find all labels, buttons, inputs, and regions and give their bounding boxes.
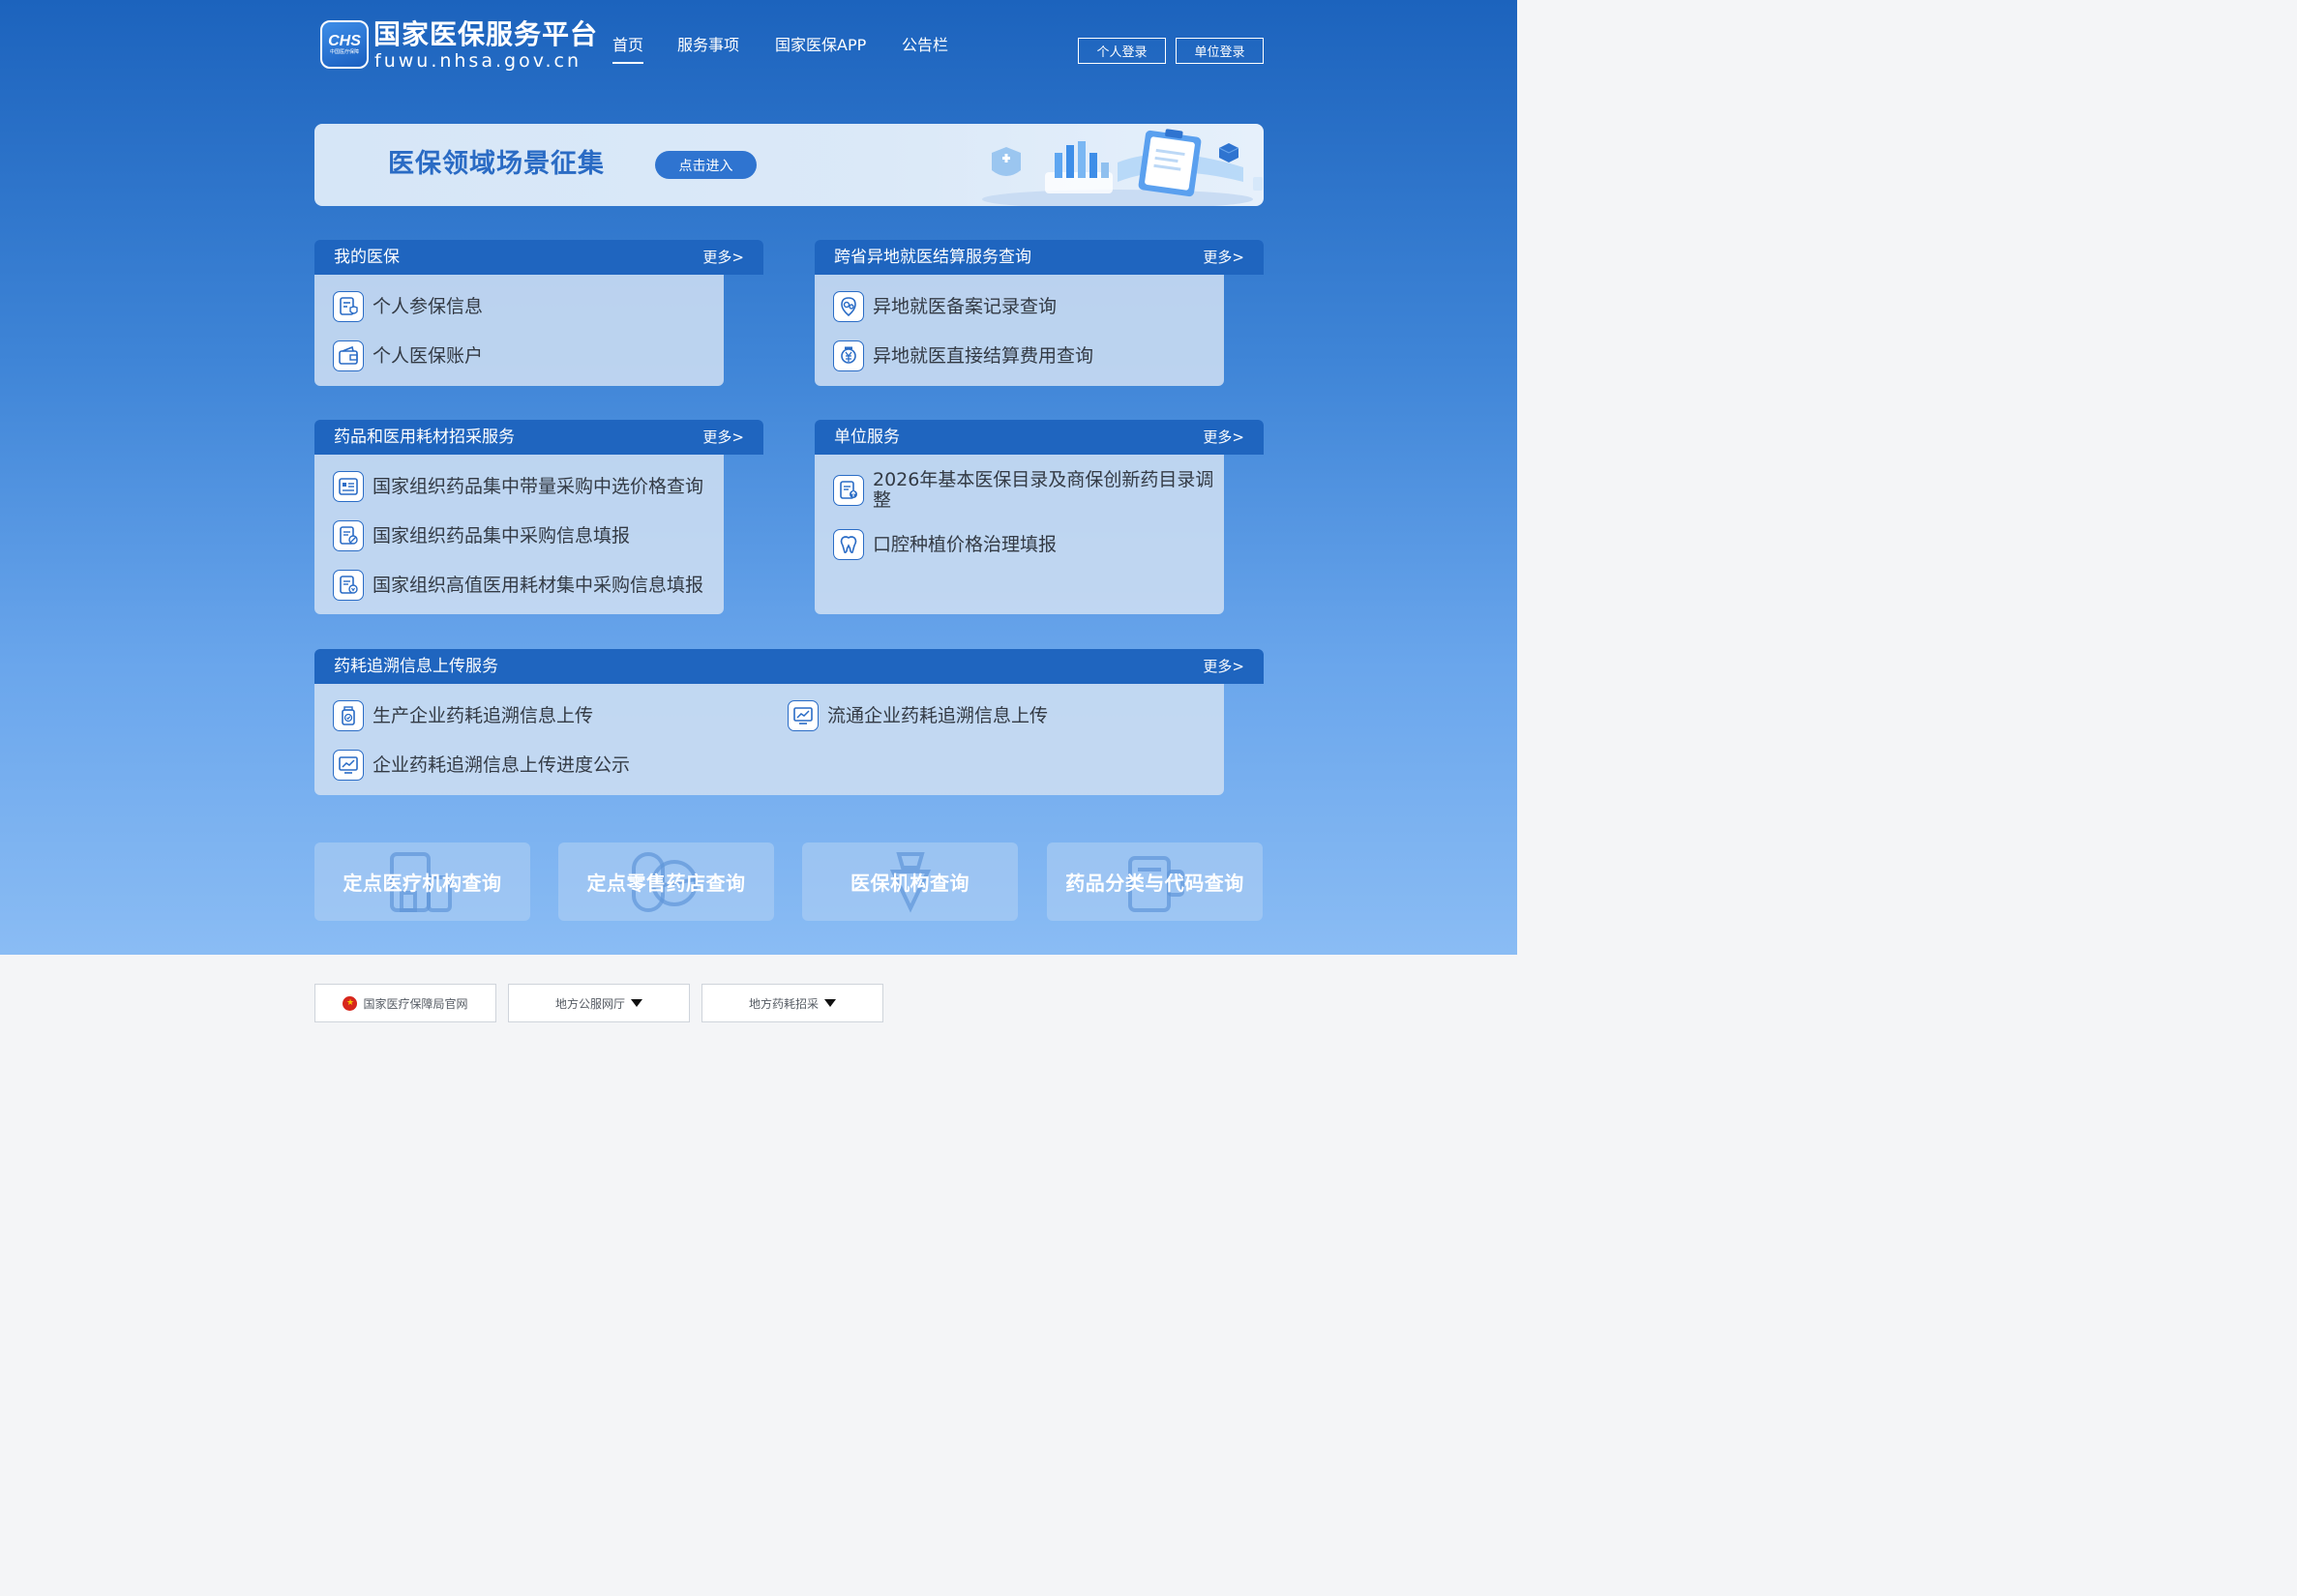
service-volume-price-query[interactable]: 国家组织药品集中带量采购中选价格查询	[333, 471, 703, 502]
card-label: 药品分类与代码查询	[1065, 872, 1244, 895]
panel-unit-services-body: 2026年基本医保目录及商保创新药目录调整 口腔种植价格治理填报	[815, 455, 1224, 614]
yuan-settlement-icon	[833, 340, 864, 371]
service-label: 口腔种植价格治理填报	[873, 534, 1058, 555]
card-retail-pharmacy-query[interactable]: 定点零售药店查询	[558, 842, 774, 921]
progress-chart-icon	[333, 750, 364, 781]
panel-procurement-body: 国家组织药品集中带量采购中选价格查询 国家组织药品集中采购信息填报 国家组织高值…	[314, 455, 724, 614]
panel-my-insurance-body: 个人参保信息 个人医保账户	[314, 275, 724, 386]
footer-gov-site-label: 国家医疗保障局官网	[363, 996, 468, 1011]
card-label: 医保机构查询	[850, 872, 970, 895]
caret-down-icon	[824, 999, 836, 1007]
card-label: 定点零售药店查询	[586, 872, 746, 895]
card-label: 定点医疗机构查询	[343, 872, 502, 895]
service-label: 个人参保信息	[373, 296, 484, 317]
more-link[interactable]: 更多>	[702, 427, 744, 448]
more-link[interactable]: 更多>	[1203, 427, 1244, 448]
panel-title: 单位服务	[834, 428, 900, 447]
service-personal-account[interactable]: 个人医保账户	[333, 340, 483, 371]
logo-subtitle: 中国医疗保障	[329, 48, 359, 55]
scenario-banner[interactable]: 医保领域场景征集 点击进入	[314, 124, 1264, 206]
service-label: 国家组织药品集中采购信息填报	[373, 525, 631, 547]
service-remote-settlement-query[interactable]: 异地就医直接结算费用查询	[833, 340, 1093, 371]
service-label: 个人医保账户	[373, 345, 484, 367]
service-label: 生产企业药耗追溯信息上传	[373, 705, 594, 726]
service-catalog-adjustment[interactable]: 2026年基本医保目录及商保创新药目录调整	[833, 470, 1223, 511]
national-emblem-icon: ★	[343, 995, 358, 1011]
service-trace-upload-progress[interactable]: 企业药耗追溯信息上传进度公示	[333, 750, 630, 781]
caret-down-icon	[631, 999, 642, 1007]
card-designated-hospital-query[interactable]: 定点医疗机构查询	[314, 842, 530, 921]
service-label: 企业药耗追溯信息上传进度公示	[373, 754, 631, 776]
tooth-icon	[833, 529, 864, 560]
panel-procurement-header: 药品和医用耗材招采服务 更多>	[314, 420, 763, 455]
service-label: 国家组织药品集中带量采购中选价格查询	[373, 476, 704, 497]
medicine-bottle-icon	[333, 700, 364, 731]
nav-home[interactable]: 首页	[612, 35, 644, 64]
service-dental-implant-report[interactable]: 口腔种植价格治理填报	[833, 529, 1057, 560]
site-name[interactable]: 国家医保服务平台	[373, 19, 598, 50]
unit-login-button[interactable]: 单位登录	[1176, 38, 1264, 64]
panel-traceability-header: 药耗追溯信息上传服务 更多>	[314, 649, 1264, 684]
panel-my-insurance-header: 我的医保 更多>	[314, 240, 763, 275]
card-drug-code-query[interactable]: 药品分类与代码查询	[1047, 842, 1263, 921]
chs-logo[interactable]: CHS 中国医疗保障	[320, 20, 369, 69]
nav-bulletin[interactable]: 公告栏	[902, 35, 948, 56]
nhsa-official-site-link[interactable]: ★ 国家医疗保障局官网	[314, 984, 496, 1022]
service-label: 流通企业药耗追溯信息上传	[827, 705, 1049, 726]
banner-title: 医保领域场景征集	[388, 149, 605, 179]
service-label: 2026年基本医保目录及商保创新药目录调整	[873, 469, 1214, 511]
footer-local-procurement-label: 地方药耗招采	[748, 996, 819, 1011]
card-insurance-institution-query[interactable]: 医保机构查询	[802, 842, 1018, 921]
logo-mark: CHS	[328, 32, 361, 49]
panel-title: 药品和医用耗材招采服务	[334, 428, 515, 447]
service-personal-insurance-info[interactable]: 个人参保信息	[333, 291, 483, 322]
local-service-dropdown[interactable]: 地方公服网厅	[508, 984, 690, 1022]
banner-illustration-icon	[982, 129, 1263, 206]
panel-cross-province-header: 跨省异地就医结算服务查询 更多>	[815, 240, 1264, 275]
service-label: 异地就医备案记录查询	[873, 296, 1058, 317]
service-distributor-trace-upload[interactable]: 流通企业药耗追溯信息上传	[788, 700, 1048, 731]
service-consumables-procurement-report[interactable]: 国家组织高值医用耗材集中采购信息填报	[333, 570, 703, 601]
more-link[interactable]: 更多>	[702, 247, 744, 268]
service-remote-record-query[interactable]: 异地就医备案记录查询	[833, 291, 1057, 322]
nav-app[interactable]: 国家医保APP	[775, 35, 866, 56]
location-pin-icon	[833, 291, 864, 322]
local-procurement-dropdown[interactable]: 地方药耗招采	[701, 984, 883, 1022]
trend-chart-icon	[788, 700, 819, 731]
more-link[interactable]: 更多>	[1203, 656, 1244, 677]
price-list-icon	[333, 471, 364, 502]
service-label: 国家组织高值医用耗材集中采购信息填报	[373, 575, 704, 596]
service-label: 异地就医直接结算费用查询	[873, 345, 1094, 367]
panel-cross-province-body: 异地就医备案记录查询 异地就医直接结算费用查询	[815, 275, 1224, 386]
drug-report-icon	[333, 520, 364, 551]
panel-title: 跨省异地就医结算服务查询	[834, 248, 1031, 267]
personal-login-button[interactable]: 个人登录	[1078, 38, 1166, 64]
panel-title: 药耗追溯信息上传服务	[334, 657, 498, 676]
catalog-upload-icon	[833, 475, 864, 506]
insurance-doc-icon	[333, 291, 364, 322]
consumables-report-icon	[333, 570, 364, 601]
nav-services[interactable]: 服务事项	[677, 35, 739, 56]
wallet-icon	[333, 340, 364, 371]
service-manufacturer-trace-upload[interactable]: 生产企业药耗追溯信息上传	[333, 700, 593, 731]
site-domain: fuwu.nhsa.gov.cn	[374, 50, 582, 72]
panel-unit-services-header: 单位服务 更多>	[815, 420, 1264, 455]
more-link[interactable]: 更多>	[1203, 247, 1244, 268]
banner-enter-button[interactable]: 点击进入	[655, 151, 757, 179]
footer-local-service-label: 地方公服网厅	[554, 996, 625, 1011]
panel-traceability-body: 生产企业药耗追溯信息上传 流通企业药耗追溯信息上传 企业药耗追溯信息上传进度公示	[314, 684, 1224, 795]
service-drug-procurement-report[interactable]: 国家组织药品集中采购信息填报	[333, 520, 630, 551]
panel-title: 我的医保	[334, 248, 400, 267]
